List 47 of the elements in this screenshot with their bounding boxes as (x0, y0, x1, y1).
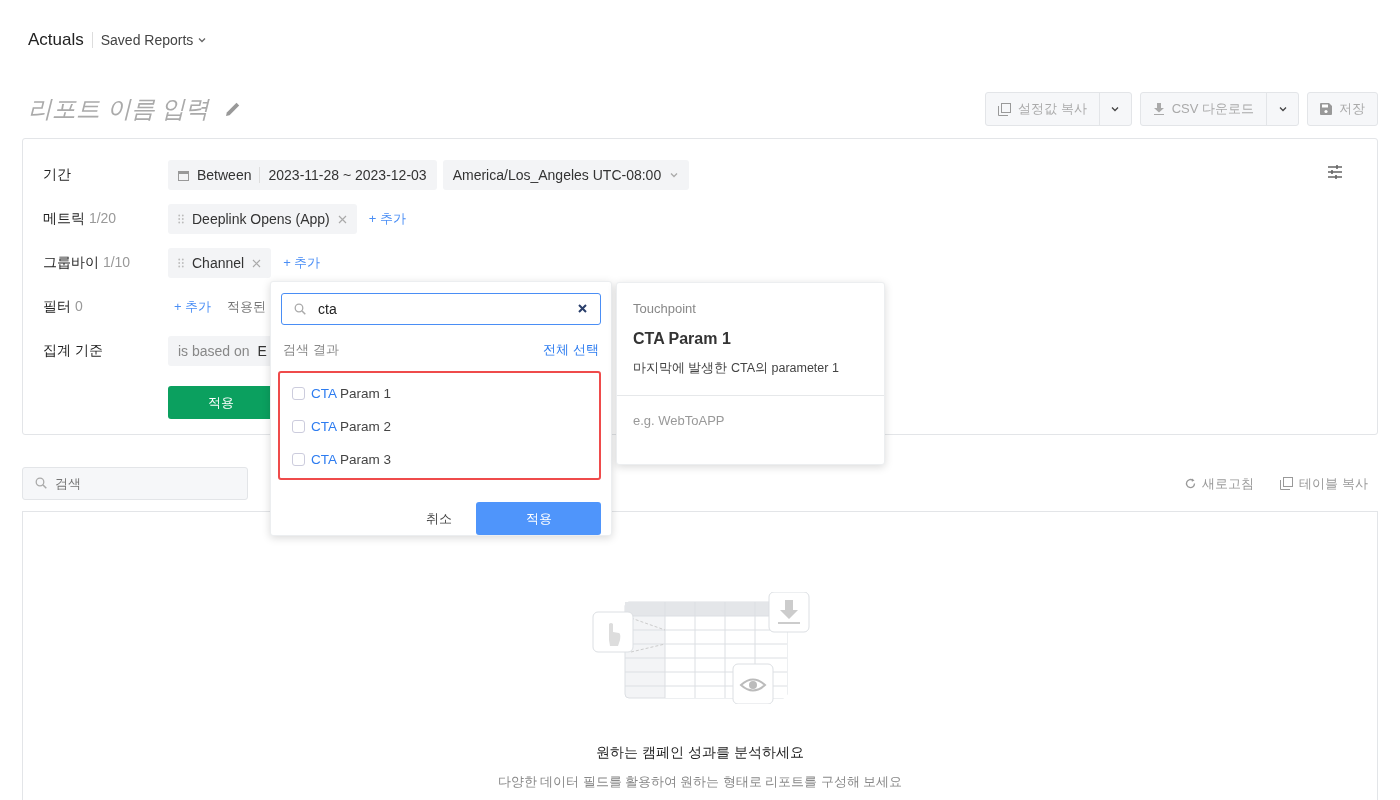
select-all-link[interactable]: 전체 선택 (543, 341, 599, 359)
drag-handle-icon (178, 258, 184, 268)
caret-icon (197, 35, 208, 45)
field-search-field[interactable]: cta (281, 293, 601, 325)
caret-icon (1277, 104, 1288, 114)
page-title: Actuals (28, 32, 93, 48)
field-example: e.g. WebToAPP (632, 412, 726, 430)
row-label: 기간 (43, 166, 72, 184)
calendar-icon (178, 169, 189, 181)
metric-chip[interactable]: Channel (168, 248, 272, 278)
field-category: Touchpoint (633, 301, 697, 316)
remove-icon[interactable] (578, 304, 587, 313)
saved-reports-dropdown[interactable]: Saved Reports (100, 32, 208, 48)
caret-icon (1110, 104, 1121, 114)
checkbox[interactable] (292, 387, 305, 400)
metric-chip[interactable]: Deeplink Opens (App) (168, 204, 357, 234)
row-label: 그룹바이 1/10 (43, 254, 132, 272)
row-label: 메트릭 1/20 (43, 210, 118, 228)
caret-icon (669, 170, 680, 180)
row-label: 필터 0 (43, 298, 84, 316)
results-label: 검색 결과 (283, 341, 339, 359)
report-name-field[interactable]: 리포트 이름 입력 (28, 95, 218, 123)
option-label[interactable]: CTA Param 3 (311, 452, 392, 467)
option-label[interactable]: CTA Param 2 (311, 419, 392, 434)
checkbox[interactable] (292, 453, 305, 466)
checkbox[interactable] (292, 420, 305, 433)
search-field[interactable]: 검색 (22, 467, 248, 500)
timezone-dropdown[interactable]: America/Los_Angeles UTC-08:00 (442, 160, 690, 190)
download-icon (1152, 103, 1165, 115)
chip-label: Channel (192, 255, 245, 271)
chip-label: Deeplink Opens (App) (192, 211, 330, 227)
copy-icon (998, 102, 1012, 116)
settings-icon[interactable] (1327, 165, 1343, 179)
copy-icon (1280, 477, 1294, 490)
refresh-icon (1185, 478, 1197, 489)
drag-handle-icon (178, 214, 184, 224)
row-label: 집계 기준 (43, 342, 104, 360)
filter-note: 적용된 (227, 298, 267, 316)
pencil-icon (224, 100, 242, 118)
empty-state-subtitle: 다양한 데이터 필드를 활용하여 원하는 형태로 리포트를 구성해 보세요 (497, 774, 903, 791)
date-range-picker[interactable]: Between 2023-11-28 ~ 2023-12-03 (168, 160, 437, 190)
empty-state-title: 원하는 캠페인 성과를 분석하세요 (596, 744, 804, 762)
save-icon (1320, 103, 1332, 115)
field-description: 마지막에 발생한 CTA의 parameter 1 (633, 360, 840, 377)
field-title: CTA Param 1 (633, 330, 732, 348)
cancel-button[interactable]: 취소 (426, 509, 452, 528)
option-label[interactable]: CTA Param 1 (311, 386, 392, 401)
